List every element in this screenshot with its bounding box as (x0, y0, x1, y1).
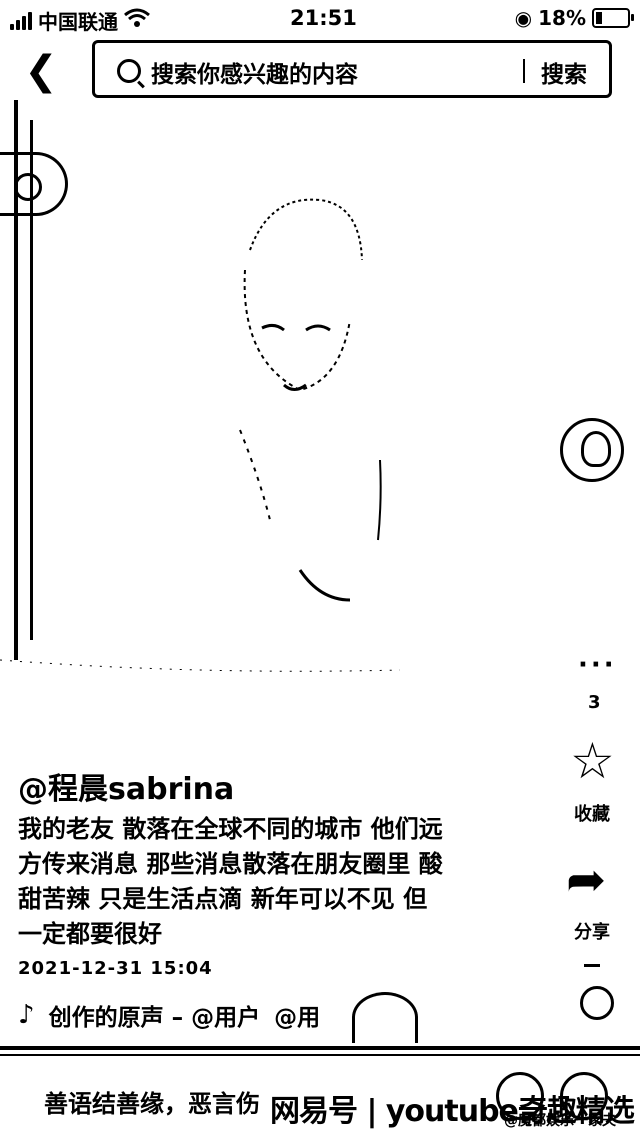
favorite-label: 收藏 (574, 804, 610, 825)
post-datetime: 2021-12-31 15:04 (18, 958, 213, 979)
bottom-caption: 善语结善缘，恶言伤 (44, 1090, 260, 1118)
comment-icon[interactable] (580, 986, 614, 1020)
battery-percent: 18% (538, 6, 586, 30)
search-bar[interactable]: 搜索你感兴趣的内容 搜索 (92, 40, 612, 98)
post-caption: 我的老友 散落在全球不同的城市 他们远方传来消息 那些消息散落在朋友圈里 酸甜苦… (18, 815, 443, 948)
search-button[interactable]: 搜索 (541, 55, 587, 89)
chevron-left-icon: ❮ (24, 48, 58, 94)
search-icon (117, 59, 141, 83)
signal-icon (10, 11, 32, 30)
more-icon[interactable]: ··· (578, 650, 617, 680)
divider-dash (584, 964, 600, 967)
music-extra: @用 (274, 1005, 321, 1031)
status-right: ◉ 18% (514, 6, 634, 30)
lock-rotation-icon: ◉ (514, 6, 533, 30)
back-button[interactable]: ❮ (18, 48, 64, 94)
video-figure (0, 198, 401, 672)
battery-icon (592, 8, 634, 28)
carrier-name: 中国联通 (38, 10, 118, 34)
share-arrow-icon[interactable]: ➦ (566, 856, 606, 904)
status-left: 中国联通 (10, 6, 150, 35)
watermark-small: @魔都娱乐一家夫 (504, 1113, 616, 1129)
status-bar: 中国联通 21:51 ◉ 18% (0, 0, 640, 36)
wifi-icon (124, 8, 150, 33)
bottom-divider (0, 1046, 640, 1050)
search-divider (523, 59, 525, 83)
music-row[interactable]: ♪ 创作的原声 – @用户 @用 (18, 998, 320, 1032)
bottom-divider (0, 1054, 640, 1056)
post-username[interactable]: @程晨sabrina (18, 764, 234, 808)
like-count: 3 (588, 692, 601, 713)
status-time: 21:51 (290, 6, 357, 30)
music-title: 创作的原声 – @用户 (48, 1005, 261, 1031)
music-disc-icon[interactable] (352, 992, 418, 1043)
search-input[interactable]: 搜索你感兴趣的内容 (151, 55, 358, 89)
music-note-icon: ♪ (18, 1000, 35, 1030)
share-label: 分享 (574, 922, 610, 943)
star-icon[interactable]: ☆ (570, 736, 615, 786)
author-avatar[interactable] (560, 418, 624, 482)
